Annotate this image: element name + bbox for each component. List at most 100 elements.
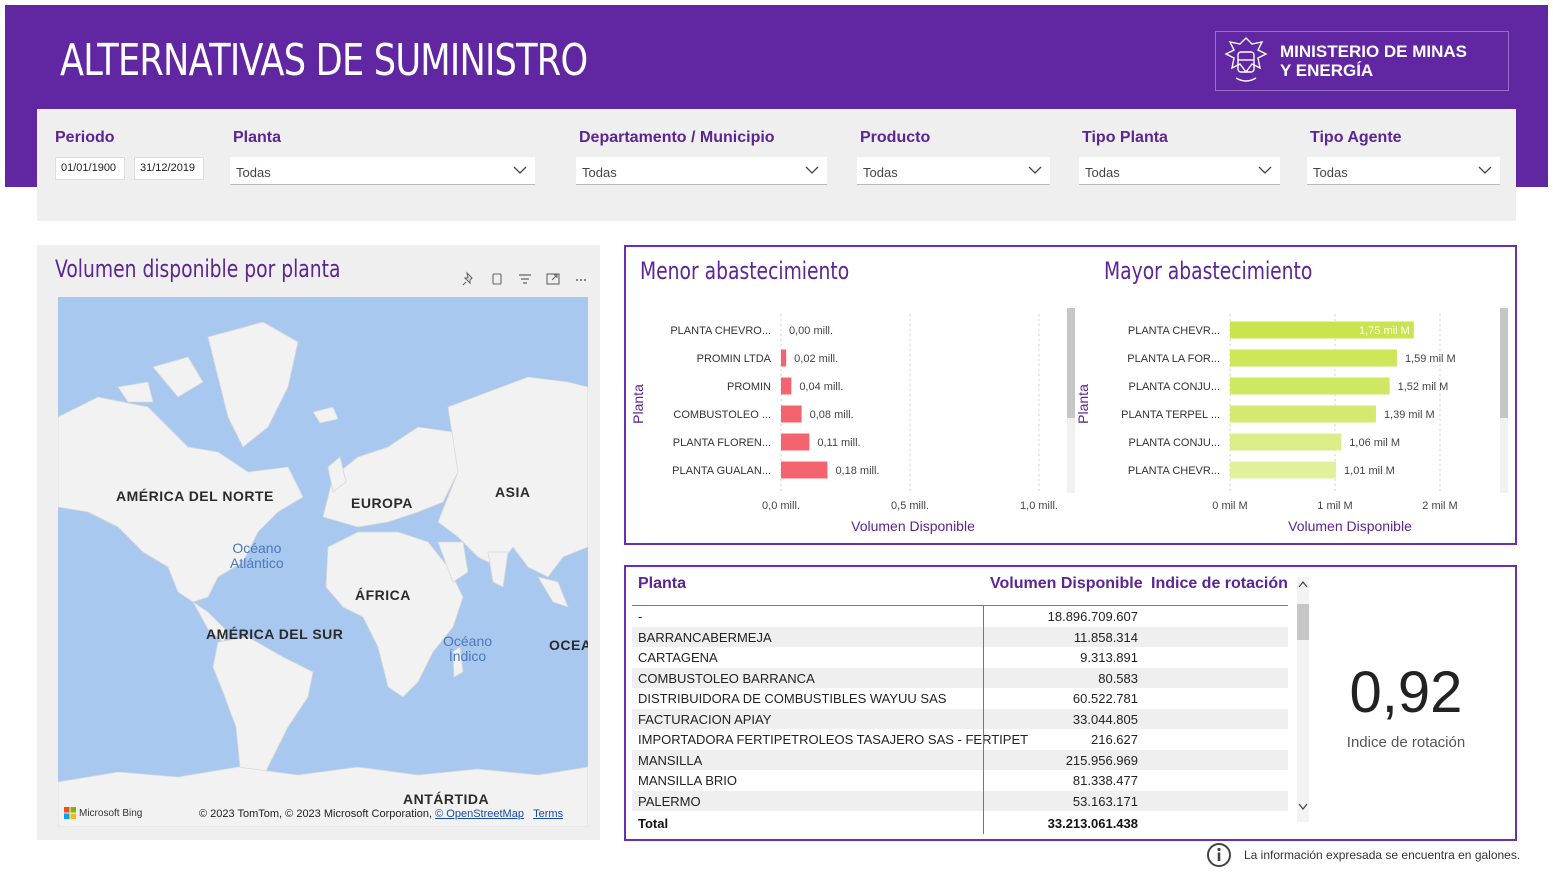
cell-planta: - — [638, 609, 643, 624]
table-row[interactable]: - 18.896.709.607 — [632, 606, 1288, 627]
chevron-down-icon — [1028, 166, 1042, 174]
mayor-abastecimiento-chart[interactable]: 0 mil M 1 mil M 2 mil M Planta Volumen Dispo… — [1071, 292, 1521, 542]
departamento-dropdown-value: Todas — [582, 165, 617, 180]
cell-volumen: 53.163.171 — [1072, 793, 1138, 809]
x-axis-title: Volumen Disponible — [851, 518, 975, 534]
chevron-down-icon — [805, 166, 819, 174]
chevron-down-icon — [1478, 166, 1492, 174]
category-label: PROMIN — [727, 381, 771, 393]
chevron-down-icon — [1258, 166, 1272, 174]
plants-table-card: Planta Volumen Disponible Indice de rota… — [624, 565, 1517, 841]
table-body: - 18.896.709.607 BARRANCABERMEJA 11.858.314… — [632, 606, 1288, 811]
filter-icon[interactable] — [517, 271, 533, 287]
table-row[interactable]: IMPORTADORA FERTIPETROLEOS TASAJERO SAS … — [632, 729, 1288, 750]
y-axis-title: Planta — [1075, 384, 1091, 424]
cell-planta: PALERMO — [638, 793, 701, 809]
data-label: 0,08 mill. — [810, 409, 854, 421]
cell-volumen: 18.896.709.607 — [1047, 609, 1138, 624]
label-atlantic-ocean: Océano Atlántico — [230, 540, 284, 571]
kpi-label: Indice de rotación — [1346, 734, 1466, 751]
map-visual[interactable]: Volumen disponible por planta AMÉRICA DE… — [37, 245, 600, 840]
producto-dropdown-value: Todas — [863, 165, 898, 180]
producto-label: Producto — [860, 129, 931, 146]
table-row[interactable]: DISTRIBUIDORA DE COMBUSTIBLES WAYUU SAS 6… — [632, 688, 1288, 709]
table-row[interactable]: FACTURACION APIAY 33.044.805 — [632, 708, 1288, 729]
planta-dropdown[interactable]: Todas — [230, 157, 535, 185]
category-label: PLANTA CHEVR... — [1128, 325, 1220, 337]
data-label: 0,02 mill. — [794, 353, 838, 365]
category-label: PLANTA GUALAN... — [672, 465, 771, 477]
microsoft-logo-icon — [64, 807, 76, 819]
table-row[interactable]: MANSILLA BRIO 81.338.477 — [632, 770, 1288, 791]
label-europe: EUROPA — [351, 495, 413, 511]
chart-scrollbar-thumb — [1500, 308, 1508, 418]
periodo-start-input[interactable]: 01/01/1900 — [55, 157, 125, 180]
column-header-planta[interactable]: Planta — [638, 575, 686, 593]
footer-note-text: La información expresada se encuentra en… — [1244, 848, 1521, 862]
terms-link[interactable]: Terms — [533, 808, 563, 820]
bar — [1230, 461, 1337, 479]
periodo-end-input[interactable]: 31/12/2019 — [134, 157, 204, 180]
cell-planta: MANSILLA — [638, 752, 703, 768]
more-options-icon[interactable] — [573, 271, 589, 287]
copy-icon[interactable] — [489, 271, 505, 287]
category-label: PLANTA CONJU... — [1129, 437, 1220, 449]
x-tick-label: 1,0 mill. — [1020, 500, 1058, 512]
table-scrollbar-thumb[interactable] — [1297, 604, 1309, 640]
table-row[interactable]: CARTAGENA 9.313.891 — [632, 647, 1288, 668]
info-icon — [1207, 843, 1231, 867]
category-label: PLANTA TERPEL ... — [1121, 409, 1220, 421]
departamento-dropdown[interactable]: Todas — [576, 157, 827, 185]
table-row[interactable]: COMBUSTOLEO BARRANCA 80.583 — [632, 667, 1288, 688]
cell-volumen: 11.858.314 — [1073, 629, 1138, 645]
producto-dropdown[interactable]: Todas — [857, 157, 1050, 185]
scroll-down-icon[interactable] — [1298, 803, 1308, 811]
data-label: 0,11 mill. — [817, 437, 860, 449]
cell-volumen: 33.044.805 — [1072, 711, 1138, 727]
world-map-land — [58, 321, 588, 827]
planta-dropdown-value: Todas — [236, 165, 271, 180]
data-label: 1,52 mil M — [1398, 381, 1449, 393]
data-label: 1,01 mil M — [1344, 465, 1395, 477]
world-map[interactable]: AMÉRICA DEL NORTE EUROPA ASIA ÁFRICA AMÉ… — [58, 297, 588, 827]
bing-attribution: Microsoft Bing — [64, 807, 142, 819]
data-label: 0,04 mill. — [799, 381, 843, 393]
category-label: PLANTA FLOREN... — [673, 437, 771, 449]
x-tick-label: 0,5 mill. — [891, 500, 929, 512]
label-indian-ocean: Océano Índico — [443, 633, 493, 664]
table-row[interactable]: PALERMO 53.163.171 — [632, 790, 1288, 811]
tipo-agente-dropdown[interactable]: Todas — [1307, 157, 1500, 185]
scroll-up-icon[interactable] — [1298, 580, 1308, 588]
cell-volumen: 215.956.969 — [1065, 752, 1138, 768]
cell-planta: IMPORTADORA FERTIPETROLEOS TASAJERO SAS … — [638, 732, 1029, 747]
filters-panel: Periodo 01/01/1900 31/12/2019 Planta Tod… — [37, 109, 1516, 221]
data-label: 1,75 mil M — [1359, 325, 1410, 337]
tipo-agente-dropdown-value: Todas — [1313, 165, 1348, 180]
x-tick-label: 0 mil M — [1212, 500, 1247, 512]
menor-abastecimiento-chart[interactable]: 0,0 mill. 0,5 mill. 1,0 mill. Planta Volumen… — [626, 292, 1076, 542]
label-south-america: AMÉRICA DEL SUR — [206, 626, 344, 642]
column-divider — [983, 605, 984, 834]
table-row[interactable]: BARRANCABERMEJA 11.858.314 — [632, 626, 1288, 647]
table-row[interactable]: MANSILLA 215.956.969 — [632, 749, 1288, 770]
cell-planta: BARRANCABERMEJA — [638, 629, 772, 645]
column-header-indice[interactable]: Indice de rotación — [1151, 575, 1288, 593]
focus-mode-icon[interactable] — [545, 271, 561, 287]
bar — [781, 461, 828, 479]
column-header-volumen[interactable]: Volumen Disponible — [990, 575, 1143, 593]
data-label: 1,06 mil M — [1349, 437, 1400, 449]
cell-volumen: 9.313.891 — [1080, 650, 1138, 665]
label-asia: ASIA — [495, 484, 531, 500]
tipo-planta-dropdown[interactable]: Todas — [1079, 157, 1280, 185]
map-title: Volumen disponible por planta — [55, 255, 341, 283]
data-label: 1,59 mil M — [1405, 353, 1456, 365]
supply-charts-card: Menor abastecimiento Mayor abastecimient… — [624, 245, 1517, 545]
pin-icon[interactable] — [461, 271, 477, 287]
bar — [1230, 377, 1390, 395]
openstreetmap-link[interactable]: © OpenStreetMap — [435, 808, 524, 820]
cell-planta: FACTURACION APIAY — [638, 711, 772, 727]
x-tick-label: 0,0 mill. — [762, 500, 800, 512]
cell-planta: DISTRIBUIDORA DE COMBUSTIBLES WAYUU SAS — [638, 691, 947, 706]
cell-volumen: 216.627 — [1091, 732, 1138, 747]
page-title: ALTERNATIVAS DE SUMINISTRO — [60, 35, 588, 86]
